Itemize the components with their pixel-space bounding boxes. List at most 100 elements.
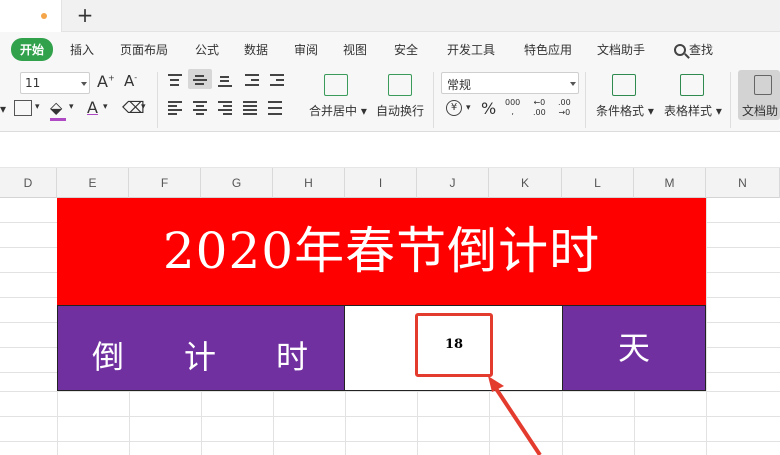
table-style-label: 表格样式	[664, 104, 713, 118]
column-header-m[interactable]: M	[634, 168, 706, 198]
borders-icon[interactable]	[14, 100, 32, 116]
menu-developer[interactable]: 开发工具	[447, 41, 495, 58]
table-style-icon[interactable]	[680, 74, 704, 96]
column-header-row: D E F G H I J K L M N	[0, 168, 780, 198]
ribbon-toolbar: 11 A+ A- ▾ ▾ ⬙ ▾ A ▾ ⌫ ▾ 合并居中 ▾ 自动换行 常规 …	[0, 66, 780, 132]
grid-row-line	[0, 391, 780, 392]
align-center-icon[interactable]	[193, 101, 207, 115]
highlight-box	[415, 313, 493, 377]
menu-formula[interactable]: 公式	[195, 41, 219, 58]
auto-wrap-icon[interactable]	[388, 74, 412, 96]
new-tab-button[interactable]: +	[74, 4, 96, 26]
distributed-align-icon[interactable]	[268, 101, 282, 115]
chevron-down-icon[interactable]: ▾	[35, 102, 40, 112]
menu-page-layout[interactable]: 页面布局	[120, 41, 168, 58]
search-button[interactable]: 查找	[674, 41, 713, 58]
increase-decimal-top: ←0	[533, 98, 546, 107]
chevron-down-icon[interactable]: ▾	[103, 102, 108, 112]
tab-bar: +	[0, 0, 780, 32]
font-shrink-icon: A	[124, 72, 135, 90]
percent-button[interactable]: %	[481, 99, 496, 118]
menu-review[interactable]: 审阅	[294, 41, 318, 58]
indent-decrease-icon[interactable]	[245, 74, 259, 86]
doc-helper-button[interactable]: 文档助	[738, 70, 780, 120]
decrease-decimal-button[interactable]: .00 →0	[558, 98, 571, 118]
label-char: 时	[276, 338, 309, 376]
font-size-value: 11	[25, 76, 41, 90]
ribbon-separator	[157, 72, 158, 128]
ribbon-separator	[433, 72, 434, 128]
doc-helper-icon	[754, 75, 772, 95]
label-char: 倒	[92, 338, 125, 376]
align-bottom-icon[interactable]	[218, 74, 232, 87]
label-char: 计	[184, 338, 217, 376]
thousands-separator-button[interactable]: 000,	[505, 98, 520, 116]
column-header-l[interactable]: L	[562, 168, 634, 198]
align-top-icon[interactable]	[168, 74, 182, 86]
font-color-button[interactable]: A	[87, 98, 98, 117]
conditional-format-icon[interactable]	[612, 74, 636, 96]
menu-bar: 开始 插入 页面布局 公式 数据 审阅 视图 安全 开发工具 特色应用 文档助手…	[0, 32, 780, 66]
align-middle-icon	[193, 74, 207, 86]
chevron-down-icon[interactable]: ▾	[69, 102, 74, 112]
decrease-decimal-top: .00	[558, 98, 571, 107]
table-style-button[interactable]: 表格样式 ▾	[664, 102, 722, 119]
conditional-format-button[interactable]: 条件格式 ▾	[596, 102, 654, 119]
doc-helper-label: 文档助	[742, 104, 779, 118]
indent-increase-icon[interactable]	[270, 74, 284, 86]
fill-color-swatch	[50, 118, 66, 121]
merge-center-label: 合并居中	[309, 104, 358, 118]
increase-decimal-button[interactable]: ←0.00	[533, 98, 546, 118]
days-unit-cell[interactable]: 天	[562, 305, 706, 391]
column-header-h[interactable]: H	[273, 168, 345, 198]
formula-bar-area	[0, 132, 780, 168]
menu-data[interactable]: 数据	[244, 41, 268, 58]
menu-special-apps[interactable]: 特色应用	[524, 41, 572, 58]
column-header-d[interactable]: D	[0, 168, 57, 198]
menu-security[interactable]: 安全	[394, 41, 418, 58]
merge-center-icon[interactable]	[324, 74, 348, 96]
column-header-e[interactable]: E	[57, 168, 129, 198]
column-header-n[interactable]: N	[706, 168, 780, 198]
number-format-select[interactable]: 常规	[441, 72, 579, 94]
justify-icon[interactable]	[243, 101, 257, 115]
chevron-down-icon[interactable]: ▾	[141, 102, 146, 112]
menu-insert[interactable]: 插入	[70, 41, 94, 58]
column-header-i[interactable]: I	[345, 168, 417, 198]
menu-home[interactable]: 开始	[11, 38, 54, 61]
chevron-down-icon	[570, 82, 576, 86]
number-format-value: 常规	[447, 78, 472, 92]
document-tab[interactable]	[0, 0, 62, 32]
chevron-down-icon[interactable]: ▾	[466, 103, 471, 113]
grid-row-line	[0, 441, 780, 442]
menu-view[interactable]: 视图	[343, 41, 367, 58]
unsaved-dot-icon	[41, 13, 47, 19]
align-left-icon[interactable]	[168, 101, 182, 115]
font-grow-button[interactable]: A+	[97, 72, 115, 91]
column-header-g[interactable]: G	[201, 168, 273, 198]
border-dropdown-caret[interactable]: ▾	[0, 102, 6, 116]
thousands-label: 000	[505, 98, 521, 107]
align-right-icon[interactable]	[218, 101, 232, 115]
column-header-k[interactable]: K	[489, 168, 562, 198]
search-icon	[674, 44, 686, 56]
chevron-down-icon	[81, 82, 87, 86]
font-size-select[interactable]: 11	[20, 72, 90, 94]
countdown-label-cell[interactable]: 倒 计 时	[57, 305, 345, 391]
countdown-title-cell[interactable]: 2020年春节倒计时	[57, 198, 706, 305]
grid-row-line	[0, 416, 780, 417]
currency-button[interactable]: ¥	[446, 100, 462, 116]
column-header-j[interactable]: J	[417, 168, 489, 198]
grid-col-line	[706, 198, 707, 455]
font-shrink-button[interactable]: A-	[124, 72, 137, 90]
menu-doc-helper[interactable]: 文档助手	[597, 41, 645, 58]
column-header-f[interactable]: F	[129, 168, 201, 198]
merge-center-button[interactable]: 合并居中 ▾	[309, 102, 367, 119]
ribbon-separator	[585, 72, 586, 128]
auto-wrap-button[interactable]: 自动换行	[376, 102, 424, 119]
arrow-head	[488, 376, 504, 392]
ribbon-separator	[730, 72, 731, 128]
fill-color-icon[interactable]: ⬙	[50, 98, 62, 117]
increase-decimal-bottom: .00	[533, 108, 546, 117]
conditional-format-label: 条件格式	[596, 104, 645, 118]
